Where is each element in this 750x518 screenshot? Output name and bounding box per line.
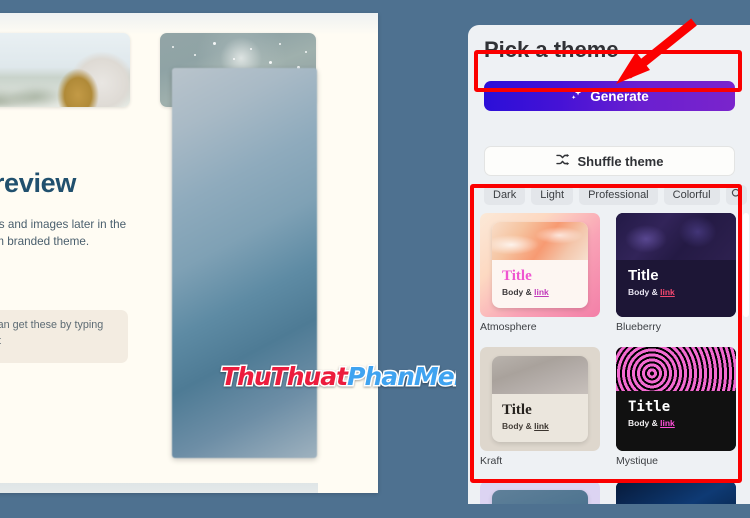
theme-card-partial-2[interactable]: [616, 481, 736, 504]
theme-sample-link: link: [660, 286, 675, 297]
theme-name-label: Blueberry: [616, 321, 661, 333]
theme-sample-link: link: [660, 417, 675, 428]
screenshot-root: me preview ur fonts, colors and images l…: [0, 0, 750, 518]
theme-hero-image: [492, 222, 588, 260]
theme-card-atmosphere[interactable]: Title Body & link Atmosphere: [480, 213, 600, 333]
page-title: Pick a theme: [484, 37, 619, 62]
theme-preview-stage: me preview ur fonts, colors and images l…: [0, 0, 456, 518]
theme-sample-title: Title: [502, 267, 532, 284]
theme-inner-card: Title Body & link: [492, 356, 588, 442]
theme-sample-title: Title: [502, 401, 532, 418]
generate-button[interactable]: Generate: [484, 81, 735, 111]
preview-paragraph-line-2: ur own custom branded theme.: [0, 235, 90, 248]
search-theme-button[interactable]: [725, 185, 747, 205]
theme-sample-body: Body & link: [628, 287, 736, 297]
theme-sample-title: Title: [628, 398, 671, 415]
generate-button-label: Generate: [590, 88, 649, 104]
chip-colorful-label: Colorful: [672, 189, 711, 201]
shuffle-theme-label: Shuffle theme: [577, 153, 664, 169]
preview-paragraph-line-1: ur fonts, colors and images later in the: [0, 218, 127, 231]
theme-inner-card: [616, 481, 736, 504]
preview-image-winter: [0, 33, 130, 107]
theme-hero-image: [616, 347, 736, 391]
theme-grid-scrollbar[interactable]: [742, 213, 750, 504]
theme-card-blueberry[interactable]: Title Body & link Blueberry: [616, 213, 736, 333]
theme-sample-body: Body & link: [502, 421, 588, 431]
smart-box-text: You can get these by typing /smart: [0, 319, 104, 347]
theme-sample-title: Title: [628, 266, 659, 284]
theme-thumbnail: Title Body & link: [616, 347, 736, 451]
shuffle-theme-button[interactable]: Shuffle theme: [484, 146, 735, 176]
document-top-fade: [0, 13, 378, 35]
filter-chip-row: Dark Light Professional Colorful: [484, 185, 747, 205]
theme-inner-card: [492, 490, 588, 504]
theme-sample-link: link: [534, 420, 549, 431]
chip-dark-label: Dark: [493, 189, 517, 201]
watermark-part-1: Thu: [220, 361, 274, 393]
document-bottom-fade: [0, 483, 318, 493]
theme-thumbnail: Title Body & link: [480, 347, 600, 451]
chip-light-label: Light: [540, 189, 565, 201]
theme-hero-image: [616, 213, 736, 260]
chip-colorful[interactable]: Colorful: [663, 185, 720, 205]
theme-thumbnail: Title Body & link: [616, 213, 736, 317]
theme-picker-panel: Pick a theme Generate Shuffle theme Dark…: [468, 25, 750, 504]
chip-professional-label: Professional: [588, 189, 649, 201]
theme-inner-card: Title Body & link: [492, 222, 588, 308]
theme-sample-body: Body & link: [628, 418, 736, 428]
chip-dark[interactable]: Dark: [484, 185, 526, 205]
sparkles-icon: [570, 88, 584, 104]
theme-sample-body-text: Body &: [628, 286, 661, 297]
preview-image-gradient: [172, 68, 317, 458]
theme-body: Title Body & link: [492, 260, 588, 308]
theme-sample-body-text: Body &: [502, 286, 535, 297]
theme-inner-card: Title Body & link: [616, 347, 736, 451]
theme-thumbnail: [480, 481, 600, 504]
watermark: ThuThuatPhanMem.vn: [220, 361, 456, 393]
theme-sample-body-text: Body &: [628, 417, 661, 428]
preview-document: me preview ur fonts, colors and images l…: [0, 13, 378, 493]
shuffle-icon: [555, 153, 571, 169]
scrollbar-thumb[interactable]: [743, 213, 749, 317]
theme-name-label: Kraft: [480, 455, 503, 467]
theme-card-partial-1[interactable]: [480, 481, 600, 504]
theme-body: Title Body & link: [492, 394, 588, 442]
theme-sample-link: link: [534, 286, 549, 297]
theme-grid: Title Body & link Atmosphere Title Body …: [480, 213, 740, 504]
preview-heading: me preview: [0, 168, 77, 198]
theme-thumbnail: Title Body & link: [480, 213, 600, 317]
theme-card-kraft[interactable]: Title Body & link Kraft: [480, 347, 600, 467]
watermark-part-3: PhanMem: [346, 361, 456, 393]
theme-hero-image: [492, 356, 588, 394]
chip-light[interactable]: Light: [531, 185, 574, 205]
theme-thumbnail: [616, 481, 736, 504]
theme-card-mystique[interactable]: Title Body & link Mystique: [616, 347, 736, 467]
theme-sample-body-text: Body &: [502, 420, 535, 431]
theme-sample-body: Body & link: [502, 287, 588, 297]
theme-body: Title Body & link: [616, 260, 736, 317]
theme-inner-card: Title Body & link: [616, 213, 736, 317]
theme-name-label: Mystique: [616, 455, 659, 467]
chip-professional[interactable]: Professional: [579, 185, 658, 205]
watermark-part-2: Thuat: [269, 361, 350, 393]
theme-name-label: Atmosphere: [480, 321, 537, 333]
theme-body: Title Body & link: [616, 391, 736, 451]
search-icon: [731, 188, 742, 202]
